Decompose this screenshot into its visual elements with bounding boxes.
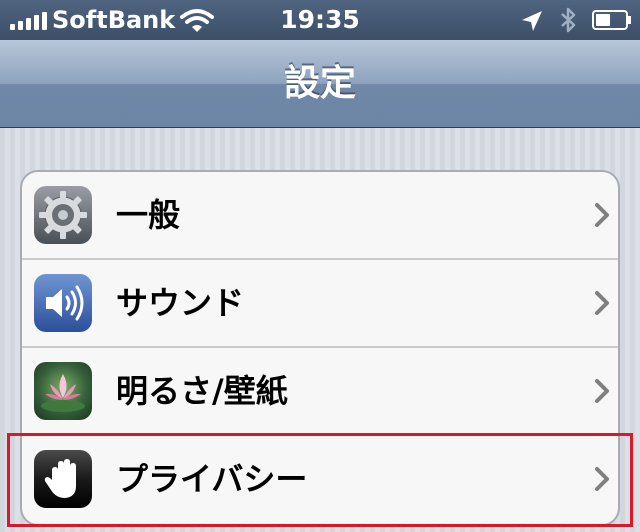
chevron-right-icon [595, 203, 609, 227]
settings-item-label: プライバシー [116, 460, 308, 498]
settings-item-label: 明るさ/壁紙 [116, 372, 288, 410]
battery-icon [592, 10, 631, 30]
page-title: 設定 [283, 63, 356, 104]
navigation-bar: 設定 [0, 40, 640, 128]
chevron-right-icon [595, 379, 609, 403]
chevron-right-icon [595, 291, 609, 315]
settings-item-label: サウンド [116, 284, 245, 322]
speaker-icon [34, 274, 92, 332]
status-time: 19:35 [280, 5, 360, 34]
status-bar: SoftBank 19:35 [0, 0, 640, 40]
hand-icon [34, 450, 92, 508]
settings-item-label: 一般 [116, 196, 181, 234]
settings-item-privacy[interactable]: プライバシー [22, 436, 618, 524]
settings-item-sound[interactable]: サウンド [22, 260, 618, 348]
lotus-wallpaper-icon [34, 362, 92, 420]
settings-list: 一般 サウンド 明るさ/壁紙 プライバシー [20, 170, 620, 526]
settings-item-general[interactable]: 一般 [22, 172, 618, 260]
settings-item-brightness-wallpaper[interactable]: 明るさ/壁紙 [22, 348, 618, 436]
chevron-right-icon [595, 467, 609, 491]
bluetooth-icon [561, 7, 576, 33]
location-icon [522, 11, 542, 31]
gear-icon [34, 186, 92, 244]
